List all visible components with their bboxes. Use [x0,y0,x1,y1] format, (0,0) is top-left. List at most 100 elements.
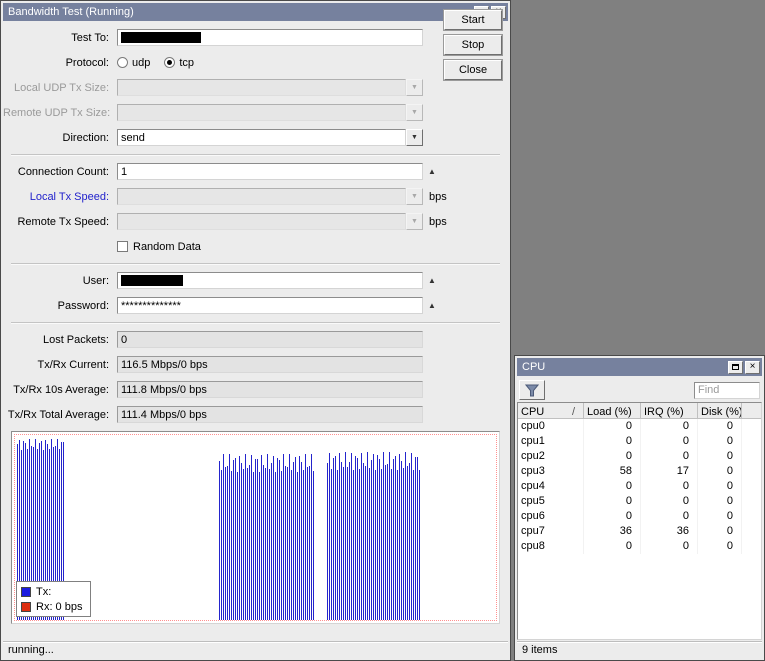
chevron-down-icon: ▼ [406,188,423,205]
column-header-disk[interactable]: Disk (%) [698,403,742,419]
graph-bar [401,461,402,620]
table-row[interactable]: cpu7 36 36 0 [518,524,761,539]
graph-bar [277,458,278,620]
remote-tx-speed-unit: bps [429,215,447,228]
filter-button[interactable] [519,380,545,400]
graph-bar [257,459,258,620]
spinner-up-icon[interactable]: ▲ [425,167,439,176]
graph-bar [345,452,346,620]
find-input[interactable] [694,381,760,399]
cpu-titlebar[interactable]: CPU × [517,358,762,376]
password-value: ************** [121,299,181,312]
table-row[interactable]: cpu5 0 0 0 [518,494,761,509]
direction-combo[interactable]: send ▼ [117,129,423,146]
graph-bar [407,466,408,620]
chevron-down-icon[interactable]: ▼ [406,129,423,146]
sort-indicator-icon: / [571,405,575,418]
spinner-up-icon[interactable]: ▲ [425,276,439,285]
graph-bar [233,460,234,620]
column-header-cpu[interactable]: CPU / [518,403,584,419]
cpu-value-cell: 36 [584,524,641,539]
random-data-checkbox[interactable] [117,241,128,252]
local-tx-speed-label[interactable]: Local Tx Speed: [3,191,117,203]
graph-bar [413,470,414,620]
graph-bar [361,453,362,620]
cpu-value-cell: 0 [641,449,698,464]
table-row[interactable]: cpu4 0 0 0 [518,479,761,494]
cpu-value-cell: 0 [641,539,698,554]
cpu-value-cell: 0 [584,419,641,434]
graph-bar [365,466,366,620]
table-row[interactable]: cpu1 0 0 0 [518,434,761,449]
random-data-label: Random Data [133,240,201,253]
window-title: Bandwidth Test (Running) [8,6,134,18]
desktop: Bandwidth Test (Running) × Test To: Prot… [0,0,765,661]
graph-bar [311,454,312,620]
graph-bar [303,470,304,620]
table-row[interactable]: cpu2 0 0 0 [518,449,761,464]
close-button[interactable]: Close [444,60,502,80]
test-to-input[interactable] [117,29,423,46]
remote-udp-tx-size-label: Remote UDP Tx Size: [3,106,111,119]
graph-bar [353,470,354,620]
graph-bar [229,454,230,620]
column-header-irq[interactable]: IRQ (%) [641,403,698,419]
cpu-value-cell: 58 [584,464,641,479]
graph-bar [339,453,340,620]
connection-count-input[interactable]: 1 [117,163,423,180]
radio-tcp[interactable] [164,57,176,68]
graph-bar [415,457,416,620]
cpu-value-cell: 0 [584,479,641,494]
stop-button[interactable]: Stop [444,35,502,55]
rx-legend-swatch [21,601,31,612]
cpu-table-body: cpu0 0 0 0 cpu1 0 0 0 cpu2 0 0 0 cpu3 58 17 0 cpu4 0 0 0 cpu… [518,419,761,554]
connection-count-label: Connection Count: [17,165,109,178]
user-input[interactable] [117,272,423,289]
graph-bar [237,472,238,620]
cpu-value-cell: 0 [698,539,742,554]
graph-bar [281,471,282,620]
rx-legend-label: Rx: 0 bps [36,600,83,613]
graph-bar [405,452,406,620]
table-row[interactable]: cpu0 0 0 0 [518,419,761,434]
graph-bar [341,462,342,620]
column-header-load[interactable]: Load (%) [584,403,641,419]
table-row[interactable]: cpu6 0 0 0 [518,509,761,524]
spinner-up-icon[interactable]: ▲ [425,301,439,310]
cpu-name-cell: cpu5 [518,494,584,509]
graph-bar [297,472,298,620]
user-label: User: [82,274,109,287]
graph-bar [337,470,338,620]
graph-bar [399,454,400,620]
txrx-total-average-value: 111.4 Mbps/0 bps [117,406,423,423]
table-row[interactable]: cpu3 58 17 0 [518,464,761,479]
cpu-value-cell: 36 [641,524,698,539]
close-button[interactable]: × [745,360,760,374]
cpu-value-cell: 0 [698,494,742,509]
maximize-button[interactable] [728,360,743,374]
graph-bar [301,462,302,620]
graph-bar [241,463,242,620]
graph-bar [313,471,314,620]
start-button[interactable]: Start [444,10,502,30]
cpu-value-cell: 0 [584,449,641,464]
cpu-toolbar [519,380,760,400]
cpu-statusbar: 9 items [517,641,762,658]
graph-legend: Tx: Rx: 0 bps [16,581,92,617]
cpu-table: CPU / Load (%) IRQ (%) Disk (%) cpu0 0 0 0 c… [517,402,762,640]
graph-bar [287,467,288,620]
password-input[interactable]: ************** [117,297,423,314]
bandwidth-test-titlebar[interactable]: Bandwidth Test (Running) × [3,3,508,21]
graph-bar [305,454,306,620]
graph-bar [293,462,294,620]
graph-bar [369,468,370,620]
graph-bar [289,454,290,620]
button-column: Start Stop Close [444,10,502,85]
cpu-name-cell: cpu2 [518,449,584,464]
radio-udp[interactable] [117,57,128,68]
table-row[interactable]: cpu8 0 0 0 [518,539,761,554]
graph-bar [387,464,388,620]
graph-bar [343,467,344,620]
direction-label: Direction: [62,131,109,144]
test-to-label: Test To: [71,31,109,44]
